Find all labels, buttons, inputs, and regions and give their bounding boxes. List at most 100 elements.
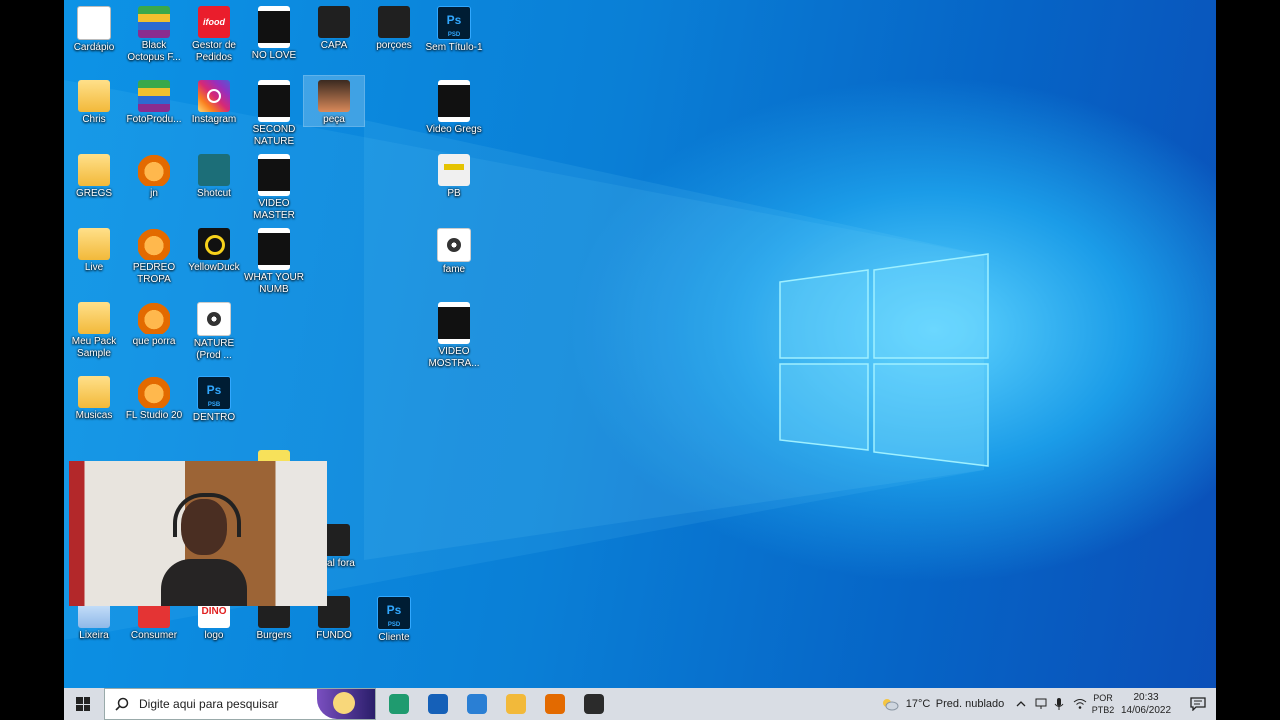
desktop-icon[interactable]: FL Studio 20 <box>124 372 184 422</box>
fl-file-icon <box>138 302 170 334</box>
rar-file-icon <box>138 6 170 38</box>
desktop-icon[interactable]: que porra <box>124 298 184 348</box>
desktop-icon-label: jn <box>150 188 158 199</box>
taskbar-app-button[interactable] <box>458 688 496 720</box>
taskbar-app-button[interactable] <box>575 688 613 720</box>
search-icon <box>115 697 129 711</box>
desktop-icon-label: VIDEO MOSTRA... <box>428 346 480 369</box>
yellow-file-icon <box>198 228 230 260</box>
video-file-icon <box>438 302 470 344</box>
desktop-icon-label: Black Octopus F... <box>127 40 181 63</box>
desktop-icon[interactable]: Live <box>64 224 124 274</box>
desktop-icon[interactable]: Ps PSD Sem Título-1 <box>424 2 484 54</box>
disc-file-icon <box>437 228 471 262</box>
icon-glyph-text: Ps <box>206 383 222 397</box>
desktop-icon-label: Meu Pack Sample <box>71 336 117 359</box>
desktop-icon[interactable]: ifood Gestor de Pedidos <box>184 2 244 64</box>
icon-glyph-text: Ps <box>386 603 402 617</box>
phone-file-icon <box>318 6 350 38</box>
folder-file-icon <box>78 80 110 112</box>
desktop-icon[interactable]: NO LOVE <box>244 2 304 62</box>
icon-glyph-text: Ps <box>446 13 462 27</box>
fl-file-icon <box>138 154 170 186</box>
desktop-icon-label: FotoProdu... <box>126 114 182 125</box>
desktop-icon[interactable]: VIDEO MASTER <box>244 150 304 222</box>
disc-file-icon <box>197 302 231 336</box>
desktop-icon-label: Cliente <box>378 632 410 643</box>
taskbar-app-button[interactable] <box>380 688 418 720</box>
desktop-icon[interactable]: Instagram <box>184 76 244 126</box>
desktop-icon[interactable]: Ps PSD Cliente <box>364 592 424 644</box>
taskbar-app-button[interactable] <box>497 688 535 720</box>
video-file-icon <box>258 6 290 48</box>
desktop-icon-label: NATURE (Prod ... <box>193 338 235 361</box>
chevron-up-icon[interactable] <box>1012 688 1030 720</box>
desktop-icon[interactable]: FotoProdu... <box>124 76 184 126</box>
desktop-icon[interactable]: Black Octopus F... <box>124 2 184 64</box>
desktop-icon[interactable]: peça <box>303 75 365 127</box>
desktop-icon-label: Instagram <box>191 114 237 125</box>
network-icon[interactable] <box>1070 688 1090 720</box>
clock-date: 14/06/2022 <box>1120 705 1172 716</box>
fl-file-icon <box>138 228 170 260</box>
desktop-icon[interactable]: Ps PSB DENTRO <box>184 372 244 424</box>
video-file-icon <box>258 228 290 270</box>
desktop-icon[interactable]: Chris <box>64 76 124 126</box>
clock[interactable]: 20:33 14/06/2022 <box>1112 688 1180 720</box>
desktop-icon[interactable]: SECOND NATURE <box>244 76 304 148</box>
start-button[interactable] <box>64 688 102 720</box>
screen-share-icon[interactable] <box>1032 688 1050 720</box>
ps-file-icon: Ps PSD <box>437 6 471 40</box>
file-explorer-icon <box>506 694 526 714</box>
notification-center-button[interactable] <box>1180 688 1216 720</box>
clock-time: 20:33 <box>1133 692 1159 703</box>
rar-file-icon <box>138 80 170 112</box>
desktop-icon-label: YellowDuck <box>188 262 240 273</box>
windows-start-icon <box>76 697 90 711</box>
video-file-icon <box>258 154 290 196</box>
desktop-icon[interactable]: CAPA <box>304 2 364 52</box>
desktop-icon[interactable]: porçoes <box>364 2 424 52</box>
pb-file-icon <box>438 154 470 186</box>
desktop-icon-label: Musicas <box>75 410 113 421</box>
desktop-icon[interactable]: GREGS <box>64 150 124 200</box>
preview-file-icon <box>318 80 350 112</box>
desktop-icon[interactable]: Video Gregs <box>424 76 484 136</box>
folder-file-icon <box>78 376 110 408</box>
weather-icon[interactable] <box>876 688 904 720</box>
taskbar-app-button[interactable] <box>536 688 574 720</box>
language-code: POR <box>1093 693 1113 703</box>
desktop-icon[interactable]: YellowDuck <box>184 224 244 274</box>
desktop-icon[interactable]: VIDEO MOSTRA... <box>424 298 484 370</box>
desktop[interactable]: Cardápio Black Octopus F... ifood Gestor de… <box>64 0 1216 720</box>
microphone-icon[interactable] <box>1050 688 1068 720</box>
search-box[interactable]: Digite aqui para pesquisar <box>104 688 376 720</box>
taskbar-app-button[interactable] <box>419 688 457 720</box>
desktop-icon-label: Chris <box>82 114 106 125</box>
desktop-icon-label: CAPA <box>320 40 348 51</box>
folder-file-icon <box>78 154 110 186</box>
desktop-icon-label: DENTRO <box>192 412 236 423</box>
icon-glyph-subtext: PSD <box>387 622 401 628</box>
shotcut-file-icon <box>198 154 230 186</box>
desktop-icon-label: peça <box>323 114 345 125</box>
icon-glyph-subtext: PSD <box>447 32 461 38</box>
desktop-icon[interactable]: WHAT YOUR NUMB <box>244 224 304 296</box>
desktop-icon[interactable]: Musicas <box>64 372 124 422</box>
desktop-icon[interactable]: Shotcut <box>184 150 244 200</box>
desktop-icon[interactable]: jn <box>124 150 184 200</box>
desktop-icon[interactable]: NATURE (Prod ... <box>184 298 244 362</box>
icon-glyph-text: ifood <box>203 17 225 27</box>
weather-temp[interactable]: 17°C <box>904 688 932 720</box>
desktop-icon[interactable]: Cardápio <box>64 2 124 54</box>
desktop-icon[interactable]: PEDREO TROPA <box>124 224 184 286</box>
ps-file-icon: Ps PSB <box>197 376 231 410</box>
desktop-icon-label: Consumer <box>130 630 178 641</box>
desktop-icon[interactable]: fame <box>424 224 484 276</box>
icon-glyph-text: DINO <box>201 606 227 617</box>
weather-description[interactable]: Pred. nublado <box>934 688 1006 720</box>
folder-file-icon <box>78 228 110 260</box>
desktop-icon[interactable]: PB <box>424 150 484 200</box>
desktop-icon[interactable]: Meu Pack Sample <box>64 298 124 360</box>
desktop-icon-label: Burgers <box>256 630 292 641</box>
